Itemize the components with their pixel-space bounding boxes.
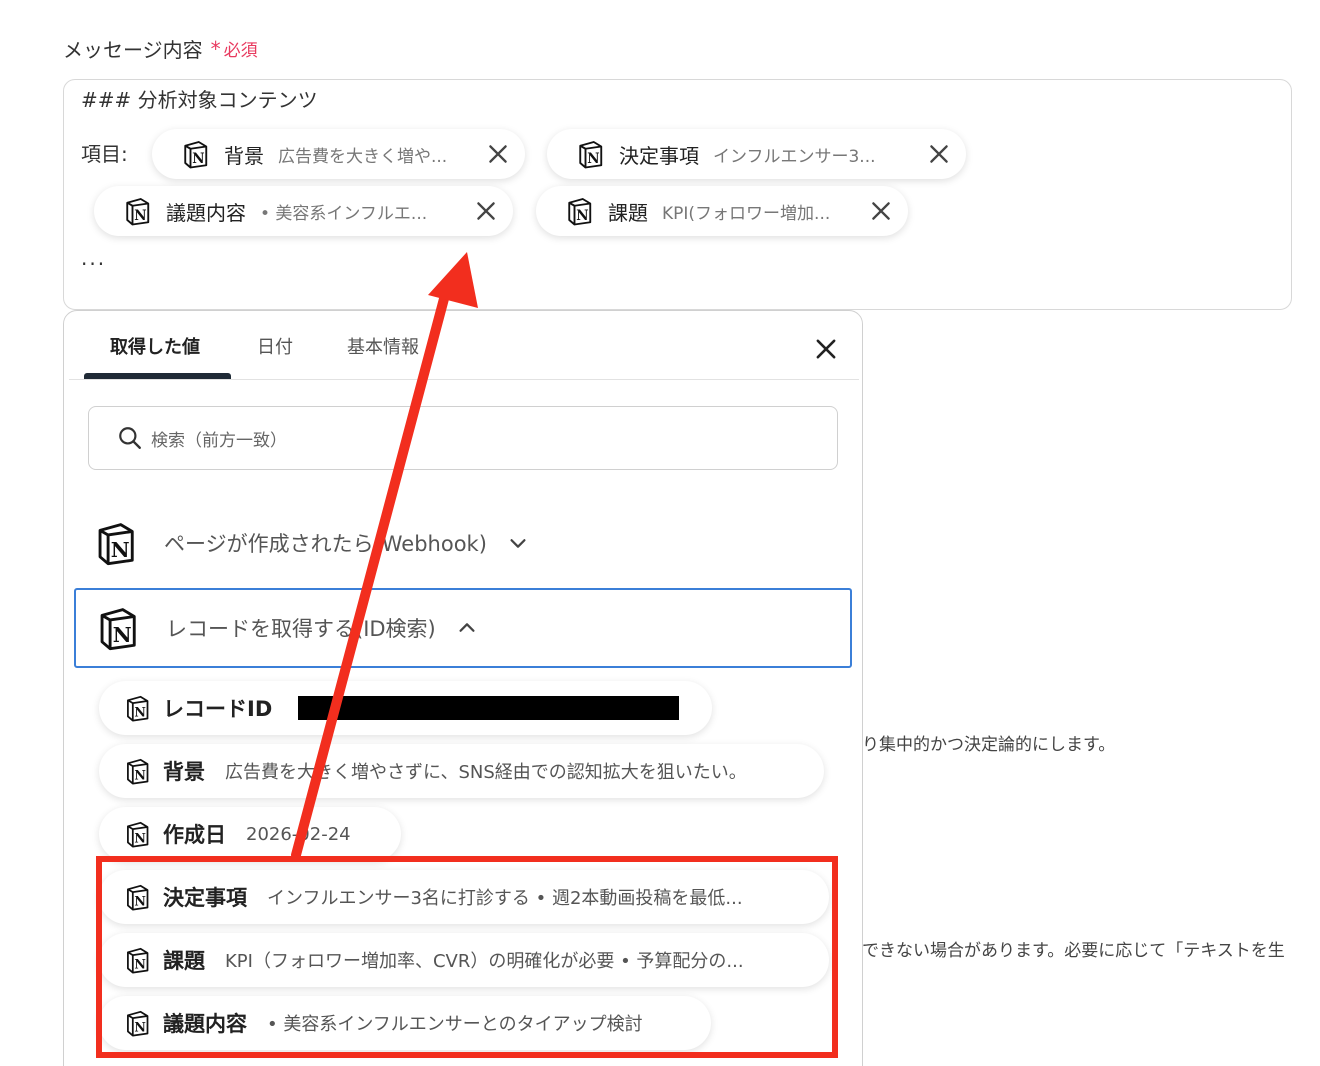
- chip-value: 広告費を大きく増や...: [278, 146, 448, 167]
- notion-icon: [123, 946, 151, 974]
- notion-icon: [123, 883, 151, 911]
- notion-icon: [94, 605, 140, 651]
- value-chip-kettei[interactable]: 決定事項 インフルエンサー3名に打診する • 週2本動画投稿を最低...: [99, 870, 829, 924]
- variable-chip-kettei[interactable]: 決定事項 インフルエンサー3...: [547, 129, 966, 179]
- value-preview: 広告費を大きく増やさずに、SNS経由での認知拡大を狙いたい。: [225, 762, 747, 783]
- value-preview: • 美容系インフルエンサーとのタイアップ検討: [267, 1014, 643, 1035]
- tab-retrieved-values[interactable]: 取得した値: [110, 333, 200, 359]
- chip-name: 課題: [608, 200, 648, 225]
- notion-icon: [122, 196, 152, 226]
- tab-bar: 取得した値 日付 基本情報: [64, 311, 862, 381]
- value-chip-gidai[interactable]: 議題内容 • 美容系インフルエンサーとのタイアップ検討: [99, 996, 711, 1050]
- chip-value: • 美容系インフルエ...: [260, 203, 428, 224]
- value-name: 決定事項: [163, 886, 247, 910]
- value-preview: KPI（フォロワー増加率、CVR）の明確化が必要 • 予算配分の...: [225, 951, 744, 972]
- remove-chip-icon[interactable]: [485, 141, 511, 167]
- message-ellipsis: ...: [81, 246, 107, 270]
- value-chip-kadai[interactable]: 課題 KPI（フォロワー増加率、CVR）の明確化が必要 • 予算配分の...: [99, 933, 829, 987]
- chip-name: 議題内容: [166, 200, 246, 225]
- chip-name: 決定事項: [619, 143, 699, 168]
- tab-divider: [69, 379, 859, 380]
- chip-value: KPI(フォロワー増加...: [662, 203, 831, 224]
- chevron-down-icon: [510, 539, 526, 548]
- tab-basic-info[interactable]: 基本情報: [347, 333, 419, 359]
- tab-date[interactable]: 日付: [257, 333, 293, 359]
- remove-chip-icon[interactable]: [926, 141, 952, 167]
- search-placeholder: 検索（前方一致）: [151, 430, 287, 451]
- background-help-text: できない場合があります。必要に応じて「テキストを生: [862, 941, 1285, 961]
- value-preview: インフルエンサー3名に打診する • 週2本動画投稿を最低...: [267, 888, 743, 909]
- notion-icon: [180, 139, 210, 169]
- group-record-id-search[interactable]: レコードを取得する(ID検索): [74, 588, 852, 668]
- group-label: レコードを取得する(ID検索): [166, 617, 436, 641]
- value-chip-haikei[interactable]: 背景 広告費を大きく増やさずに、SNS経由での認知拡大を狙いたい。: [99, 744, 824, 798]
- value-name: 議題内容: [163, 1012, 247, 1036]
- value-name: 背景: [163, 760, 205, 784]
- chip-value: インフルエンサー3...: [713, 146, 876, 167]
- value-chip-record-id[interactable]: レコードID: [99, 681, 712, 735]
- remove-chip-icon[interactable]: [868, 198, 894, 224]
- value-name: 作成日: [163, 823, 226, 847]
- variable-chip-gidai[interactable]: 議題内容 • 美容系インフルエ...: [94, 186, 513, 236]
- redacted-value: [298, 696, 680, 720]
- search-input[interactable]: 検索（前方一致）: [88, 406, 838, 470]
- value-name: 課題: [163, 949, 205, 973]
- notion-icon: [123, 1009, 151, 1037]
- notion-icon: [123, 694, 151, 722]
- close-icon[interactable]: [812, 335, 840, 363]
- group-webhook[interactable]: ページが作成されたら(Webhook): [74, 503, 852, 583]
- required-star: *: [210, 36, 221, 61]
- field-label-text: メッセージ内容: [63, 38, 203, 62]
- value-chip-created-date[interactable]: 作成日 2026-02-24: [99, 807, 401, 861]
- variable-chip-haikei[interactable]: 背景 広告費を大きく増や...: [152, 129, 525, 179]
- notion-icon: [123, 820, 151, 848]
- required-text: 必須: [223, 41, 258, 61]
- notion-icon: [123, 757, 151, 785]
- chip-name: 背景: [224, 143, 264, 168]
- field-label: メッセージ内容 * 必須: [63, 34, 258, 63]
- chevron-up-icon: [459, 623, 475, 632]
- message-item-label: 項目:: [81, 142, 128, 166]
- notion-icon: [92, 520, 138, 566]
- notion-icon: [575, 139, 605, 169]
- group-label: ページが作成されたら(Webhook): [164, 532, 487, 556]
- variable-chip-kadai[interactable]: 課題 KPI(フォロワー増加...: [536, 186, 908, 236]
- value-name: レコードID: [163, 697, 273, 721]
- notion-icon: [564, 196, 594, 226]
- background-help-text: り集中的かつ決定論的にします。: [862, 735, 1116, 755]
- search-icon: [119, 427, 141, 449]
- message-heading: ### 分析対象コンテンツ: [81, 88, 318, 112]
- value-preview: 2026-02-24: [246, 823, 351, 845]
- remove-chip-icon[interactable]: [473, 198, 499, 224]
